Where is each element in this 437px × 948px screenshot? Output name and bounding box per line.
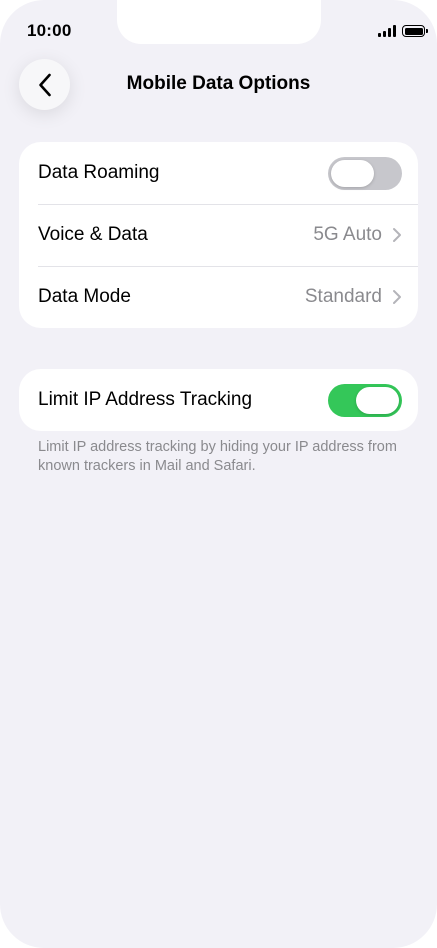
voice-and-data-label: Voice & Data bbox=[38, 224, 148, 245]
data-roaming-label: Data Roaming bbox=[38, 162, 160, 183]
chevron-right-icon bbox=[393, 290, 401, 304]
voice-and-data-value: 5G Auto bbox=[313, 224, 382, 245]
page-title: Mobile Data Options bbox=[126, 73, 311, 94]
cellular-signal-icon bbox=[378, 25, 396, 37]
dynamic-notch bbox=[117, 0, 321, 44]
data-roaming-toggle[interactable] bbox=[328, 156, 402, 190]
ip-tracking-footnote: Limit IP address tracking by hiding your… bbox=[38, 439, 397, 474]
data-roaming-row[interactable]: Data Roaming bbox=[19, 142, 418, 204]
status-icons bbox=[378, 24, 428, 38]
phone-screen: 10:00 Mobile Data Options Data Roaming V… bbox=[0, 0, 437, 948]
limit-ip-tracking-toggle[interactable] bbox=[328, 383, 402, 417]
data-mode-value: Standard bbox=[304, 286, 382, 307]
mobile-data-settings-group: Data Roaming Voice & Data 5G Auto Data M… bbox=[19, 142, 418, 328]
data-mode-label: Data Mode bbox=[38, 286, 131, 307]
limit-ip-tracking-row[interactable]: Limit IP Address Tracking bbox=[19, 369, 418, 431]
toggle-knob bbox=[356, 386, 399, 414]
status-time: 10:00 bbox=[27, 21, 72, 40]
battery-full-icon bbox=[402, 25, 428, 37]
chevron-right-icon bbox=[393, 228, 401, 242]
data-mode-row[interactable]: Data Mode Standard bbox=[19, 266, 418, 328]
ip-tracking-settings-group: Limit IP Address Tracking bbox=[19, 369, 418, 431]
limit-ip-tracking-label: Limit IP Address Tracking bbox=[38, 389, 253, 410]
toggle-knob bbox=[331, 159, 374, 187]
voice-and-data-row[interactable]: Voice & Data 5G Auto bbox=[19, 204, 418, 266]
